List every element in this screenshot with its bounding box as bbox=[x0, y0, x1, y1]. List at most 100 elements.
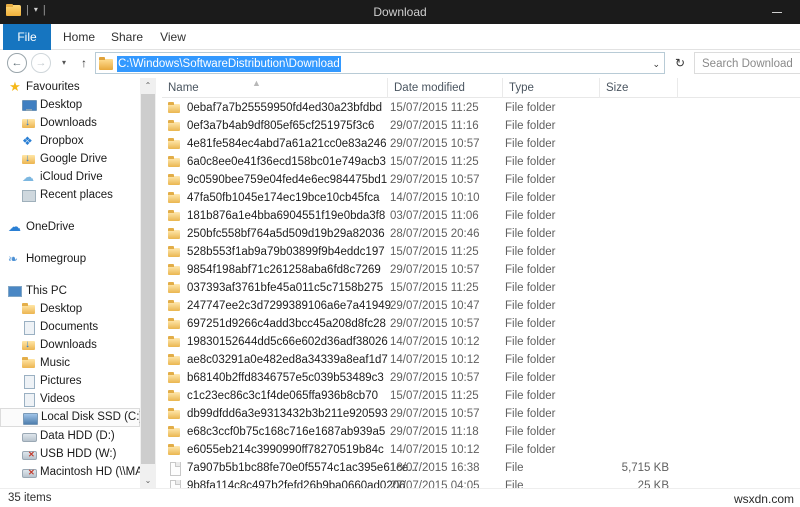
folder-icon bbox=[168, 336, 181, 348]
file-name: db99dfdd6a3e9313432b3b211e920593 bbox=[187, 408, 388, 420]
folder-icon bbox=[168, 246, 181, 258]
tab-view[interactable]: View bbox=[152, 24, 194, 50]
tab-file[interactable]: File bbox=[3, 24, 51, 50]
minimize-button[interactable] bbox=[764, 0, 790, 24]
sidebar-group-this-pc[interactable]: This PC bbox=[0, 282, 140, 300]
sidebar-item-usb-hdd-w[interactable]: USB HDD (W:) bbox=[0, 445, 140, 463]
column-header-date-modified[interactable]: Date modified bbox=[387, 78, 502, 98]
sidebar-item-label: iCloud Drive bbox=[40, 171, 103, 183]
column-header-empty[interactable] bbox=[677, 78, 800, 98]
column-header-type[interactable]: Type bbox=[502, 78, 599, 98]
folder-icon bbox=[168, 138, 181, 150]
icloud-icon: ☁ bbox=[22, 170, 34, 184]
search-box[interactable]: Search Download bbox=[694, 52, 800, 74]
table-row[interactable]: 0ef3a7b4ab9df805ef65cf251975f3c6 29/07/20… bbox=[162, 117, 800, 135]
sidebar-item-downloads[interactable]: Downloads bbox=[0, 336, 140, 354]
sidebar-item-desktop[interactable]: Desktop bbox=[0, 96, 140, 114]
sidebar-group-homegroup[interactable]: ❧ Homegroup bbox=[0, 250, 140, 268]
table-row[interactable]: e6055eb214c3990990ff78270519b84c 14/07/20… bbox=[162, 441, 800, 459]
refresh-button[interactable]: ↻ bbox=[670, 52, 690, 74]
file-date-modified: 29/07/2015 10:57 bbox=[390, 138, 480, 150]
file-type: File folder bbox=[505, 264, 556, 276]
address-input[interactable]: C:\Windows\SoftwareDistribution\Download bbox=[117, 56, 341, 72]
file-type: File folder bbox=[505, 336, 556, 348]
folder-icon bbox=[168, 210, 181, 222]
sidebar-item-label: Data HDD (D:) bbox=[40, 430, 115, 442]
file-date-modified: 29/07/2015 11:16 bbox=[390, 120, 479, 132]
scrollbar-thumb[interactable] bbox=[141, 94, 155, 464]
file-type: File folder bbox=[505, 408, 556, 420]
sidebar-scrollbar[interactable]: ⌃ ⌄ bbox=[140, 78, 156, 488]
column-header-name[interactable]: Name ▲ bbox=[162, 78, 387, 98]
tab-share[interactable]: Share bbox=[104, 24, 150, 50]
back-button[interactable]: ← bbox=[7, 53, 27, 73]
file-name: 47fa50fb1045e174ec19bce10cb45fca bbox=[187, 192, 380, 204]
folder-icon bbox=[168, 192, 181, 204]
sidebar-item-label: Desktop bbox=[40, 99, 83, 111]
file-name: 4e81fe584ec4abd7a61a21cc0e83a246 bbox=[187, 138, 387, 150]
file-date-modified: 29/07/2015 10:57 bbox=[390, 264, 480, 276]
sidebar-item-pictures[interactable]: Pictures bbox=[0, 372, 140, 390]
sidebar-item-local-disk-ssd-c[interactable]: Local Disk SSD (C:) bbox=[0, 408, 140, 427]
table-row[interactable]: 697251d9266c4add3bcc45a208d8fc28 29/07/20… bbox=[162, 315, 800, 333]
sidebar-item-documents[interactable]: Documents bbox=[0, 318, 140, 336]
recent-locations-icon[interactable]: ▾ bbox=[56, 53, 72, 73]
chevron-down-icon[interactable]: ⌄ bbox=[652, 57, 660, 71]
table-row[interactable]: 4e81fe584ec4abd7a61a21cc0e83a246 29/07/20… bbox=[162, 135, 800, 153]
minimize-icon bbox=[772, 12, 782, 14]
table-row[interactable]: db99dfdd6a3e9313432b3b211e920593 29/07/20… bbox=[162, 405, 800, 423]
sidebar-group-onedrive[interactable]: ☁ OneDrive bbox=[0, 218, 140, 236]
address-bar[interactable]: C:\Windows\SoftwareDistribution\Download… bbox=[95, 52, 665, 74]
tab-home[interactable]: Home bbox=[56, 24, 102, 50]
file-date-modified: 29/07/2015 10:57 bbox=[390, 174, 480, 186]
table-row[interactable]: b68140b2ffd8346757e5c039b53489c3 29/07/20… bbox=[162, 369, 800, 387]
forward-button[interactable]: → bbox=[31, 53, 51, 73]
table-row[interactable]: 250bfc558bf764a5d509d19b29a82036 28/07/20… bbox=[162, 225, 800, 243]
scroll-down-icon[interactable]: ⌄ bbox=[140, 473, 156, 488]
sidebar-item-dropbox[interactable]: ❖ Dropbox bbox=[0, 132, 140, 150]
sidebar-item-desktop[interactable]: Desktop bbox=[0, 300, 140, 318]
folder-icon bbox=[168, 444, 181, 456]
sidebar-item-videos[interactable]: Videos bbox=[0, 390, 140, 408]
table-row[interactable]: c1c23ec86c3c1f4de065ffa936b8cb70 15/07/20… bbox=[162, 387, 800, 405]
file-type: File folder bbox=[505, 426, 556, 438]
table-row[interactable]: 528b553f1ab9a79b03899f9b4eddc197 15/07/20… bbox=[162, 243, 800, 261]
downloads-folder-icon bbox=[22, 116, 36, 130]
file-date-modified: 28/07/2015 20:46 bbox=[390, 228, 480, 240]
table-row[interactable]: 247747ee2c3d7299389106a6e7a41949 29/07/20… bbox=[162, 297, 800, 315]
recent-places-icon bbox=[22, 188, 36, 202]
file-name: 250bfc558bf764a5d509d19b29a82036 bbox=[187, 228, 385, 240]
scroll-up-icon[interactable]: ⌃ bbox=[140, 78, 156, 93]
file-list[interactable]: 0ebaf7a7b25559950fd4ed30a23bfdbd 15/07/20… bbox=[162, 99, 800, 497]
file-name: 0ef3a7b4ab9df805ef65cf251975f3c6 bbox=[187, 120, 375, 132]
table-row[interactable]: ae8c03291a0e482ed8a34339a8eaf1d7 14/07/20… bbox=[162, 351, 800, 369]
folder-icon bbox=[168, 426, 181, 438]
table-row[interactable]: 037393af3761bfe45a011c5c7158b275 15/07/20… bbox=[162, 279, 800, 297]
sidebar-item-label: Pictures bbox=[40, 375, 82, 387]
table-row[interactable]: 6a0c8ee0e41f36ecd158bc01e749acb3 15/07/20… bbox=[162, 153, 800, 171]
sidebar-item-macintosh-hd-ma[interactable]: Macintosh HD (\\MA bbox=[0, 463, 140, 481]
table-row[interactable]: 9c0590bee759e04fed4e6ec984475bd1 29/07/20… bbox=[162, 171, 800, 189]
file-name: 181b876a1e4bba6904551f19e0bda3f8 bbox=[187, 210, 386, 222]
sidebar-item-recent-places[interactable]: Recent places bbox=[0, 186, 140, 204]
table-row[interactable]: e68c3ccf0b75c168c716e1687ab939a5 29/07/20… bbox=[162, 423, 800, 441]
table-row[interactable]: 19830152644dd5c66e602d36adf38026 14/07/20… bbox=[162, 333, 800, 351]
table-row[interactable]: 7a907b5b1bc88fe70e0f5574c1ac395e61ce... 1… bbox=[162, 459, 800, 477]
sidebar-item-google-drive[interactable]: Google Drive bbox=[0, 150, 140, 168]
navigation-pane[interactable]: ★ Favourites Desktop Downloads ❖ Dropbox Googl… bbox=[0, 78, 140, 488]
sidebar-item-icloud-drive[interactable]: ☁ iCloud Drive bbox=[0, 168, 140, 186]
up-one-level-button[interactable]: ↑ bbox=[76, 53, 92, 73]
table-row[interactable]: 47fa50fb1045e174ec19bce10cb45fca 14/07/20… bbox=[162, 189, 800, 207]
column-header-size[interactable]: Size bbox=[599, 78, 677, 98]
table-row[interactable]: 0ebaf7a7b25559950fd4ed30a23bfdbd 15/07/20… bbox=[162, 99, 800, 117]
sidebar-group-label: OneDrive bbox=[26, 221, 75, 233]
sidebar-item-music[interactable]: Music bbox=[0, 354, 140, 372]
table-row[interactable]: 181b876a1e4bba6904551f19e0bda3f8 03/07/20… bbox=[162, 207, 800, 225]
sidebar-group-favourites[interactable]: ★ Favourites bbox=[0, 78, 140, 96]
sidebar-item-label: Music bbox=[40, 357, 71, 369]
sidebar-item-downloads[interactable]: Downloads bbox=[0, 114, 140, 132]
table-row[interactable]: 9854f198abf71c261258aba6fd8c7269 29/07/20… bbox=[162, 261, 800, 279]
file-type: File folder bbox=[505, 210, 556, 222]
sidebar-item-data-hdd-d[interactable]: Data HDD (D:) bbox=[0, 427, 140, 445]
file-date-modified: 15/07/2015 11:25 bbox=[390, 390, 479, 402]
